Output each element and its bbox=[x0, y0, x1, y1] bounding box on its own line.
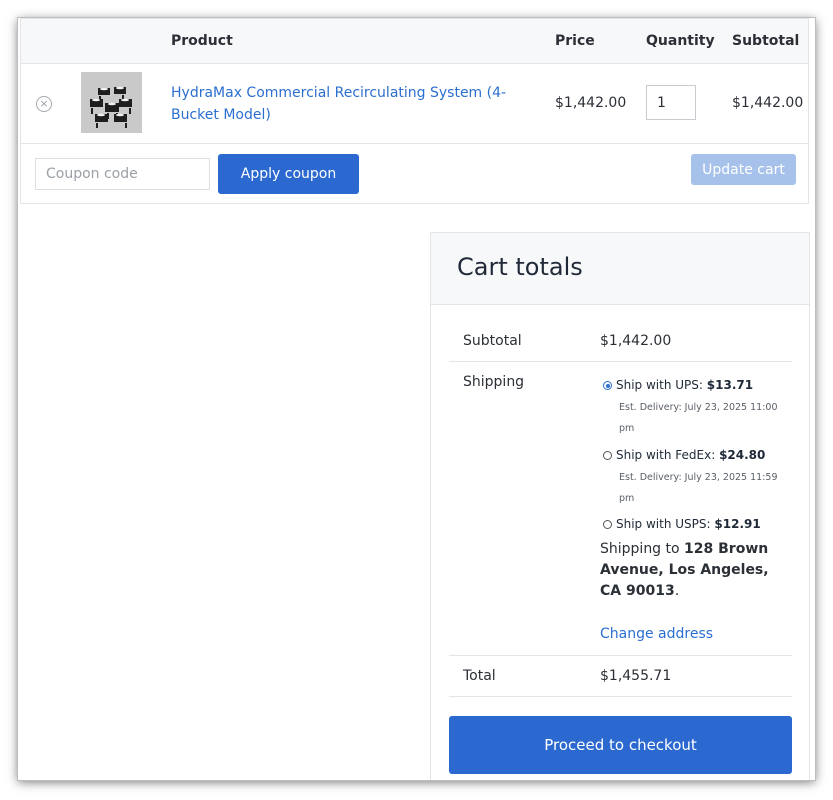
cart-table-header: Product Price Quantity Subtotal bbox=[21, 19, 808, 64]
close-circle-icon[interactable]: × bbox=[36, 96, 52, 112]
total-value: $1,455.71 bbox=[600, 668, 672, 684]
column-header-quantity: Quantity bbox=[646, 33, 715, 49]
shipping-option-price: $13.71 bbox=[706, 378, 754, 392]
subtotal-label: Subtotal bbox=[463, 333, 522, 349]
shipping-label: Shipping bbox=[463, 374, 525, 390]
column-header-price: Price bbox=[555, 33, 595, 49]
shipping-option-price: $24.80 bbox=[719, 448, 766, 462]
cart-totals-header: Cart totals bbox=[431, 233, 809, 305]
shipping-destination: Shipping to 128 Brown Avenue, Los Angele… bbox=[600, 539, 790, 602]
shipping-option-usps[interactable]: Ship with USPS: $12.91 bbox=[603, 517, 761, 531]
cart-table: Product Price Quantity Subtotal × HydraM… bbox=[20, 18, 809, 204]
shipping-option-label: Ship with FedEx: bbox=[616, 448, 716, 462]
shipping-to-suffix: . bbox=[674, 583, 680, 599]
cart-item-row: × HydraMax Commercial Recirculating Syst… bbox=[21, 63, 808, 144]
change-address-link[interactable]: Change address bbox=[600, 626, 713, 642]
product-thumbnail[interactable] bbox=[81, 72, 142, 133]
quantity-input[interactable] bbox=[646, 85, 696, 120]
column-header-product: Product bbox=[171, 33, 233, 49]
product-name-link[interactable]: HydraMax Commercial Recirculating System… bbox=[171, 82, 541, 126]
shipping-estimate: Est. Delivery: July 23, 2025 11:00 pm bbox=[619, 402, 778, 434]
divider bbox=[449, 655, 792, 656]
shipping-option-price: $12.91 bbox=[714, 517, 761, 531]
shipping-option-label: Ship with USPS: bbox=[616, 517, 711, 531]
browser-content: Product Price Quantity Subtotal × HydraM… bbox=[18, 18, 815, 780]
cart-totals-title: Cart totals bbox=[457, 253, 583, 281]
shipping-estimate: Est. Delivery: July 23, 2025 11:59 pm bbox=[619, 472, 778, 504]
shipping-option-fedex[interactable]: Ship with FedEx: $24.80 bbox=[603, 448, 765, 462]
divider bbox=[449, 361, 792, 362]
update-cart-button[interactable]: Update cart bbox=[691, 154, 796, 185]
subtotal-value: $1,442.00 bbox=[600, 333, 672, 349]
item-price: $1,442.00 bbox=[555, 95, 627, 111]
product-image-icon bbox=[81, 72, 142, 133]
proceed-to-checkout-button[interactable]: Proceed to checkout bbox=[449, 716, 792, 774]
radio-selected[interactable] bbox=[603, 381, 612, 390]
item-subtotal: $1,442.00 bbox=[732, 95, 804, 111]
total-label: Total bbox=[463, 668, 496, 684]
shipping-to-text: Shipping to bbox=[600, 541, 685, 557]
radio-unselected[interactable] bbox=[603, 520, 612, 529]
coupon-code-input[interactable] bbox=[35, 158, 210, 190]
radio-unselected[interactable] bbox=[603, 451, 612, 460]
shipping-option-label: Ship with UPS: bbox=[616, 378, 703, 392]
column-header-subtotal: Subtotal bbox=[732, 33, 800, 49]
shipping-option-ups[interactable]: Ship with UPS: $13.71 bbox=[603, 378, 753, 392]
apply-coupon-button[interactable]: Apply coupon bbox=[218, 154, 359, 194]
cart-totals-panel: Cart totals Subtotal $1,442.00 Shipping … bbox=[430, 232, 810, 780]
divider bbox=[449, 696, 792, 697]
